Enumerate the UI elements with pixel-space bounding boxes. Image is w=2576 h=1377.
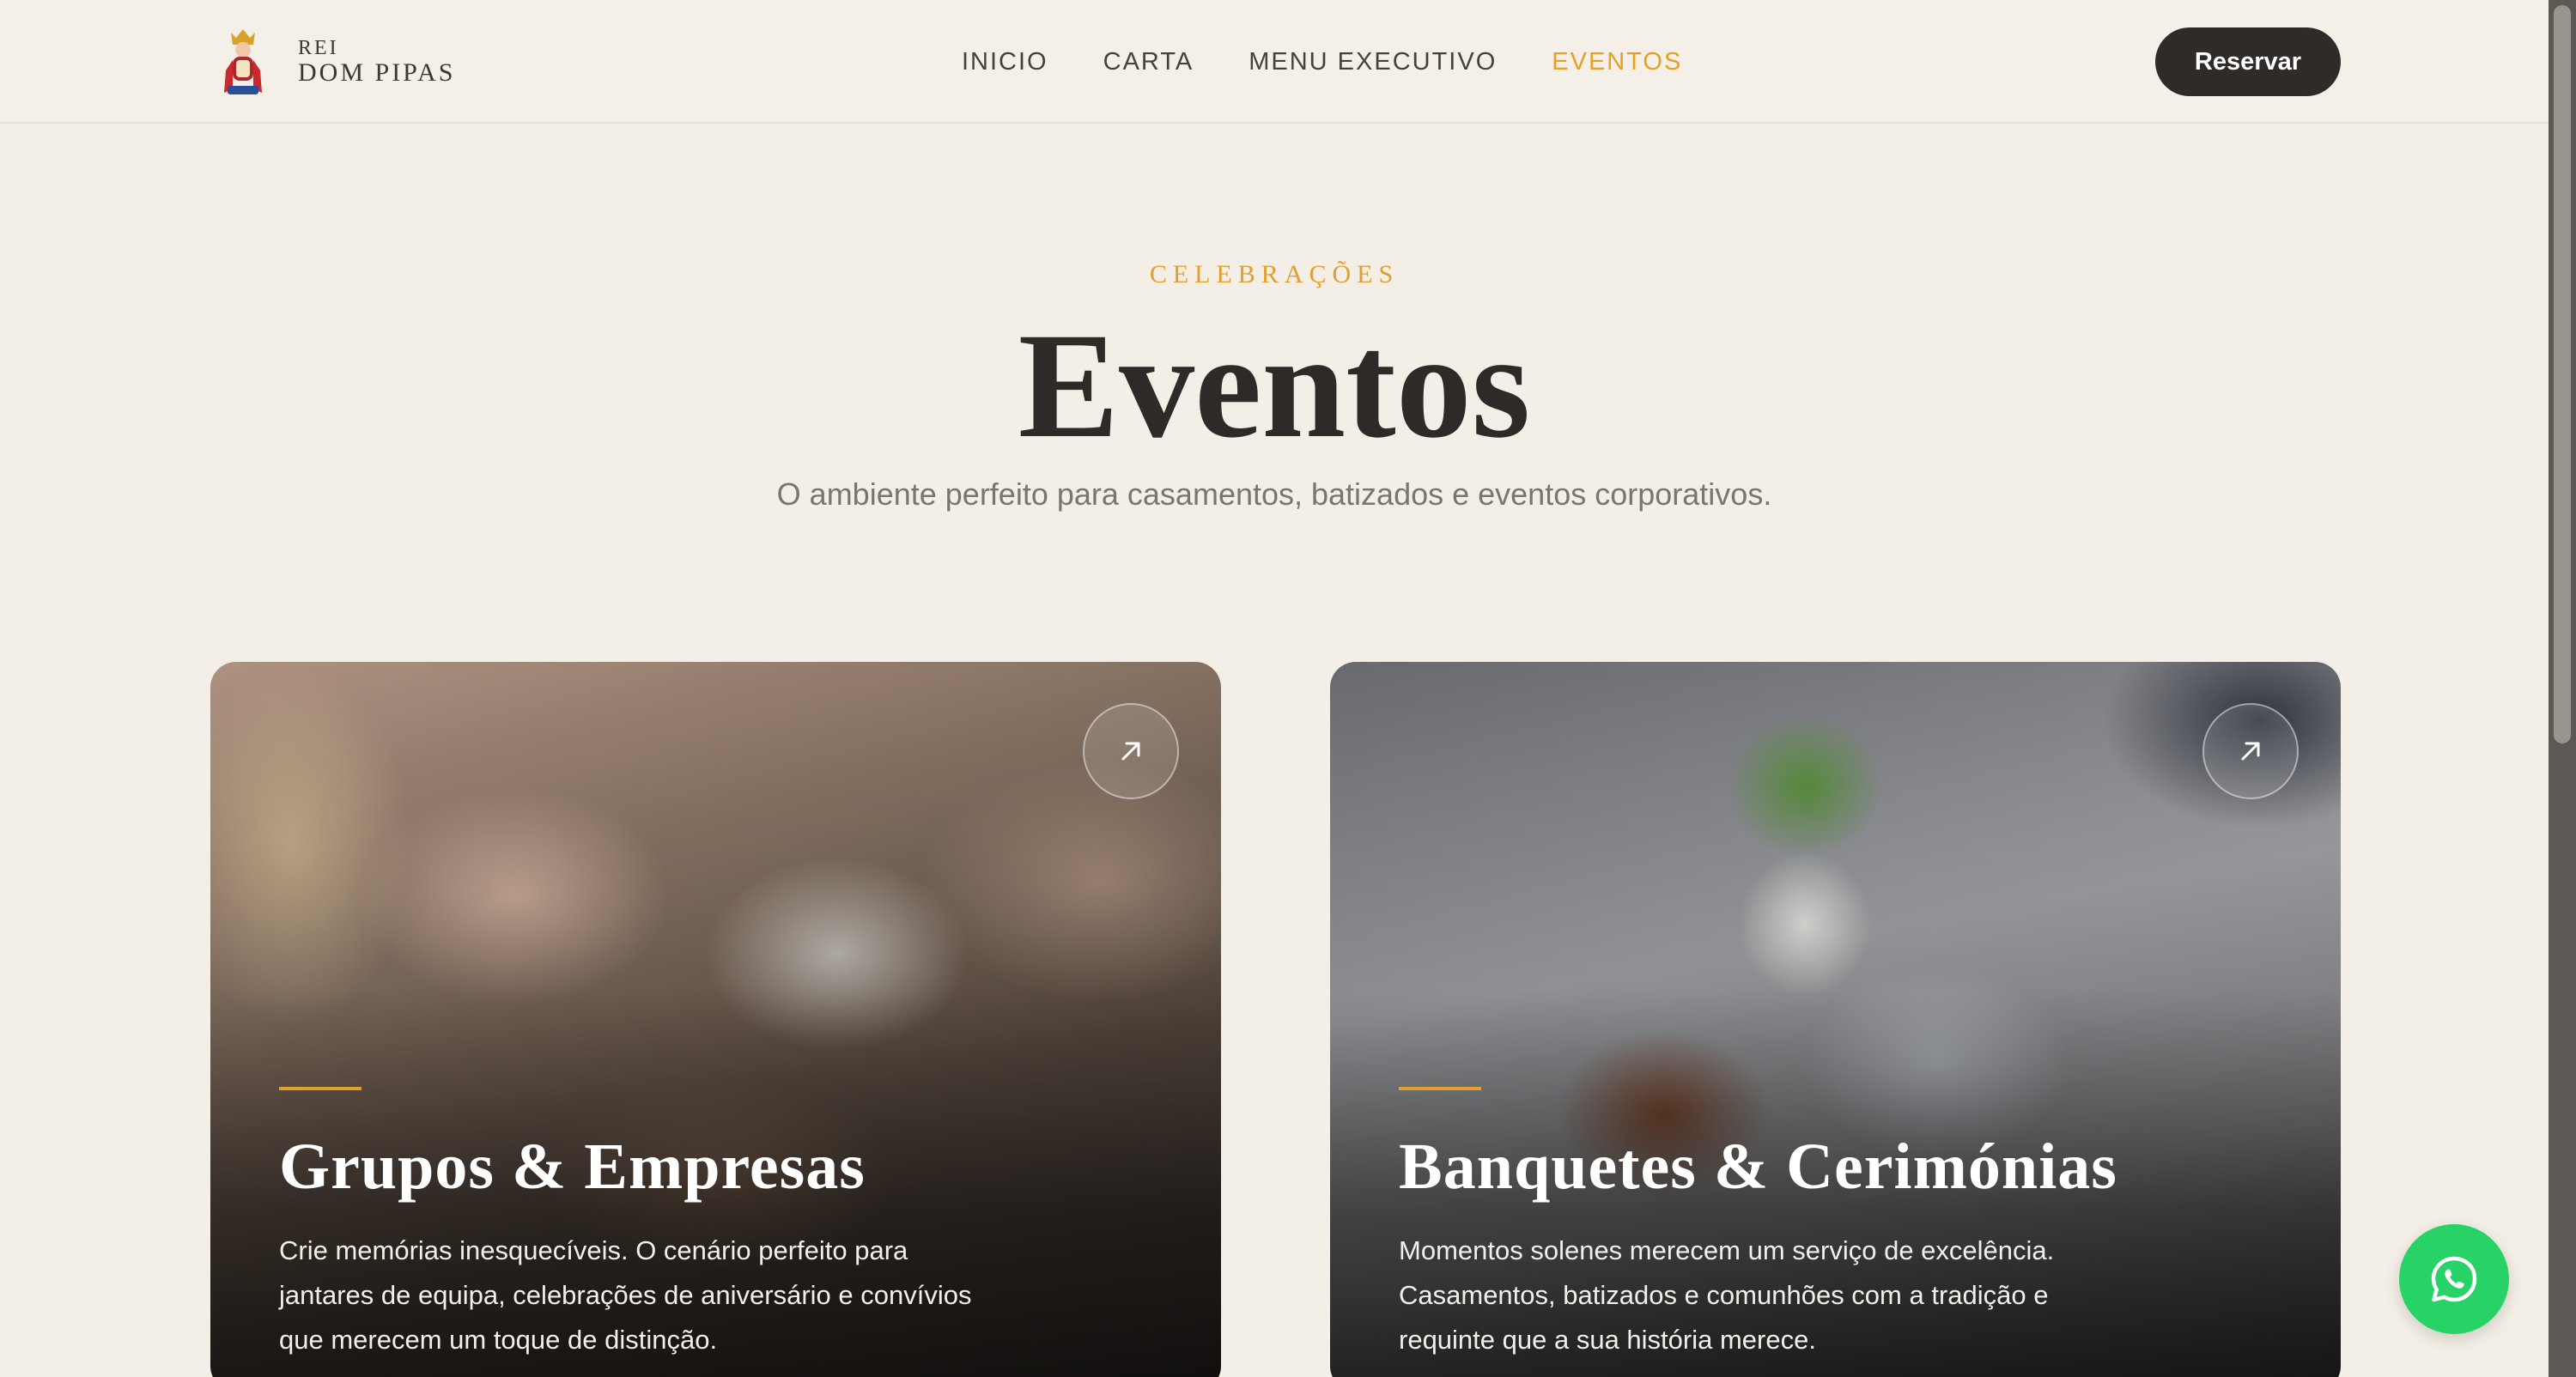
nav-item-carta[interactable]: CARTA (1103, 43, 1194, 81)
brand-logo[interactable]: REI DOM PIPAS (219, 26, 455, 98)
card-text-line: Momentos solenes merecem um serviço de e… (1399, 1235, 2055, 1265)
card-text-line: jantares de equipa, celebrações de anive… (279, 1280, 972, 1310)
whatsapp-icon (2431, 1256, 2477, 1302)
site-header: REI DOM PIPAS INICIO CARTA MENU EXECUTIV… (0, 0, 2549, 124)
page-subtitle: O ambiente perfeito para casamentos, bat… (776, 476, 1772, 512)
card-description: Crie memórias inesquecíveis. O cenário p… (279, 1228, 1069, 1362)
nav-item-eventos[interactable]: EVENTOS (1552, 43, 1682, 81)
card-text-line: Casamentos, batizados e comunhões com a … (1399, 1280, 2049, 1310)
event-card-banquetes[interactable]: Banquetes & Cerimónias Momentos solenes … (1330, 662, 2341, 1377)
brand-line-1: REI (298, 37, 339, 59)
brand-line-2: DOM PIPAS (298, 58, 456, 87)
card-description: Momentos solenes merecem um serviço de e… (1399, 1228, 2189, 1362)
arrow-up-right-icon[interactable] (2202, 703, 2299, 799)
card-title: Banquetes & Cerimónias (1399, 1131, 2117, 1203)
page-title: Eventos (1018, 302, 1531, 470)
main-nav: INICIO CARTA MENU EXECUTIVO EVENTOS (962, 43, 1682, 81)
scrollbar-thumb[interactable] (2554, 5, 2571, 743)
brand-name: REI DOM PIPAS (298, 37, 455, 87)
nav-item-menu-executivo[interactable]: MENU EXECUTIVO (1249, 43, 1497, 81)
card-title: Grupos & Empresas (279, 1131, 866, 1203)
card-accent-rule (1399, 1087, 1481, 1090)
card-text-line: requinte que a sua história merece. (1399, 1325, 1816, 1355)
king-mascot-icon (219, 26, 267, 98)
event-card-grupos[interactable]: Grupos & Empresas Crie memórias inesquec… (210, 662, 1221, 1377)
whatsapp-button[interactable] (2399, 1224, 2509, 1334)
card-text-line: Crie memórias inesquecíveis. O cenário p… (279, 1235, 908, 1265)
reserve-button[interactable]: Reservar (2155, 27, 2341, 96)
card-text-line: que merecem um toque de distinção. (279, 1325, 718, 1355)
arrow-up-right-icon[interactable] (1083, 703, 1179, 799)
nav-item-inicio[interactable]: INICIO (962, 43, 1048, 81)
section-eyebrow: CELEBRAÇÕES (1149, 260, 1400, 288)
scrollbar[interactable] (2549, 0, 2576, 1377)
card-accent-rule (279, 1087, 361, 1090)
